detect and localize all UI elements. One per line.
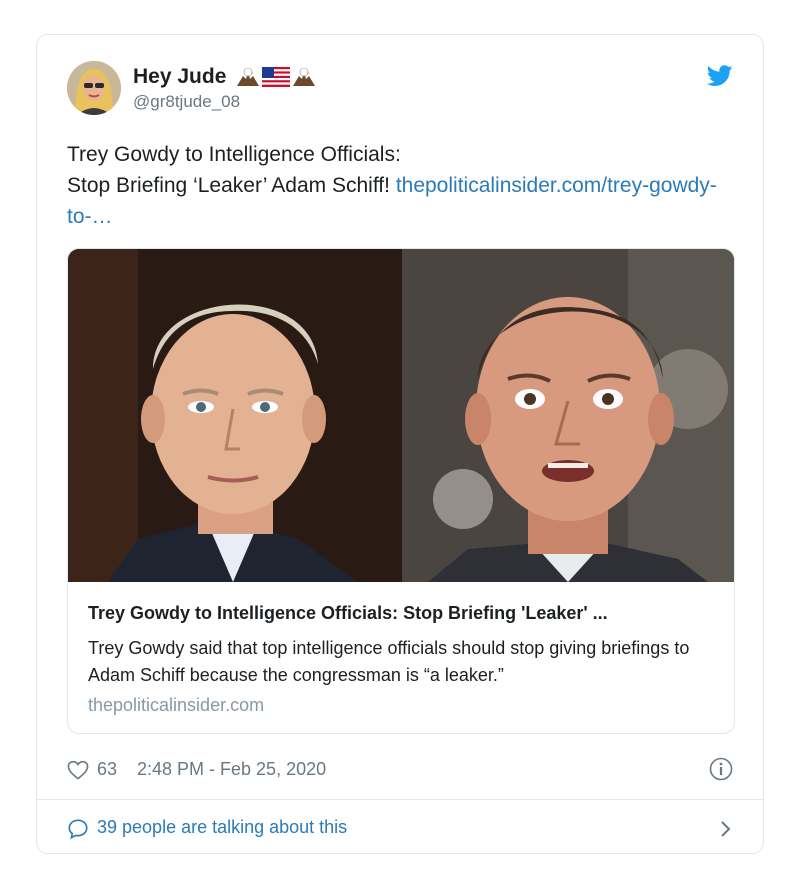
us-flag-icon (262, 67, 291, 87)
tweet-text: Trey Gowdy to Intelligence Officials: St… (67, 139, 737, 232)
name-emojis (236, 66, 316, 88)
twitter-bird-icon[interactable] (707, 65, 733, 87)
eagle-icon (237, 67, 260, 86)
conversation-link[interactable]: 39 people are talking about this (67, 815, 733, 843)
conversation-link-text[interactable]: 39 people are talking about this (97, 817, 347, 838)
link-preview-card[interactable]: Trey Gowdy to Intelligence Officials: St… (67, 248, 735, 734)
tweet-line-1: Trey Gowdy to Intelligence Officials: (67, 143, 401, 166)
author-handle[interactable]: @gr8tjude_08 (133, 92, 240, 112)
speech-bubble-icon (68, 819, 88, 840)
tweet-timestamp[interactable]: 2:48 PM - Feb 25, 2020 (137, 759, 326, 780)
eagle-icon (293, 67, 316, 86)
link-preview-title[interactable]: Trey Gowdy to Intelligence Officials: St… (88, 603, 718, 624)
footer-divider (37, 799, 763, 800)
link-preview-image[interactable] (68, 249, 734, 582)
tweet-line-2: Stop Briefing ‘Leaker’ Adam Schiff! (67, 174, 390, 197)
author-avatar[interactable] (67, 61, 121, 115)
link-preview-domain: thepoliticalinsider.com (88, 695, 265, 715)
heart-icon[interactable] (67, 760, 89, 780)
tweet-card[interactable]: Hey Jude @gr8tjude_08 Trey Gowdy to Inte… (36, 34, 764, 854)
link-preview-description: Trey Gowdy said that top intelligence of… (88, 638, 690, 685)
author-name-text: Hey Jude (133, 65, 227, 88)
tweet-header: Hey Jude @gr8tjude_08 (67, 61, 733, 121)
info-icon[interactable] (709, 757, 733, 781)
author-name[interactable]: Hey Jude (133, 65, 316, 89)
tweet-footer: 63 2:48 PM - Feb 25, 2020 (67, 757, 733, 785)
like-count[interactable]: 63 (97, 759, 117, 780)
chevron-right-icon[interactable] (719, 819, 733, 839)
